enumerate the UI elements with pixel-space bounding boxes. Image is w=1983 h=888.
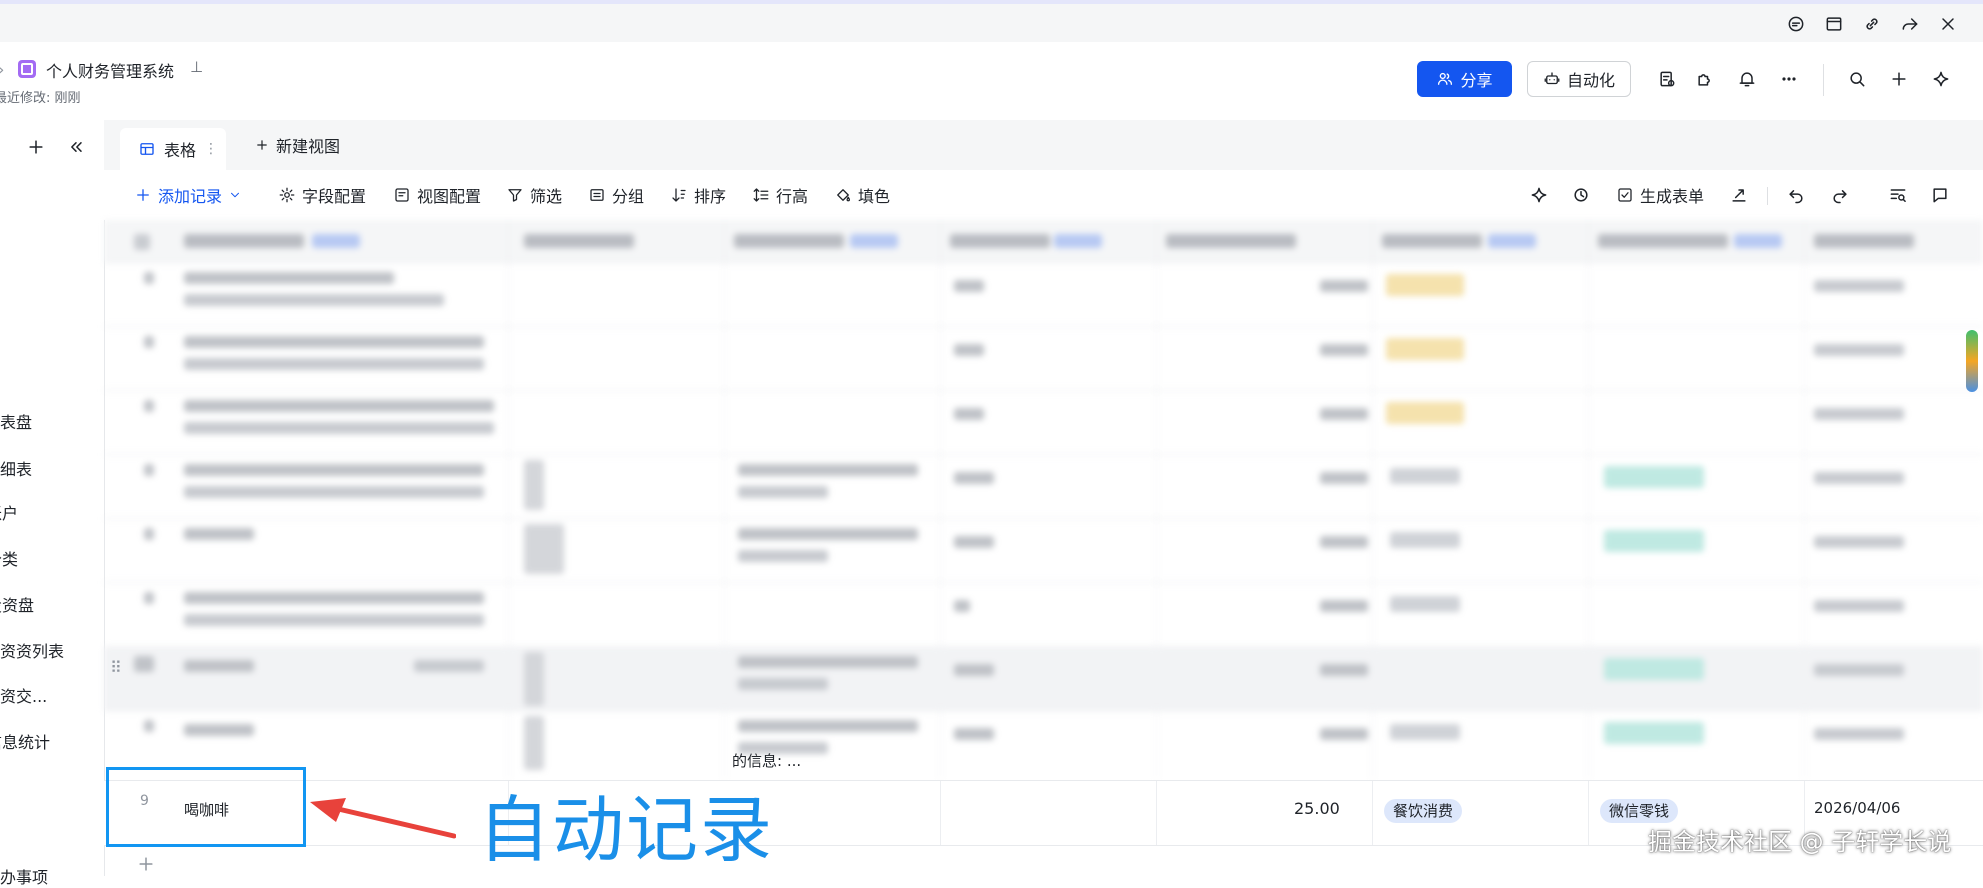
users-icon <box>1438 72 1453 85</box>
comment-icon[interactable] <box>1926 181 1954 209</box>
add-record-button[interactable]: 添加记录 <box>134 183 242 207</box>
tab-table[interactable]: 表格 ⋮ <box>120 128 226 170</box>
field-config-button[interactable]: 字段配置 <box>278 183 366 207</box>
field-config-label: 字段配置 <box>302 187 367 206</box>
share-label: 分享 <box>1460 71 1493 90</box>
row-height-button[interactable]: 行高 <box>752 183 808 207</box>
sidebar-item-6[interactable]: 投资交... <box>0 683 47 707</box>
ai-sparkle-icon[interactable] <box>1525 181 1553 209</box>
automation-button[interactable]: 自动化 <box>1527 61 1631 97</box>
generate-form-button[interactable]: 生成表单 <box>1616 183 1704 207</box>
last-modified: 最近修改: 刚刚 <box>0 91 81 106</box>
plus-icon <box>257 140 267 150</box>
paint-bucket-icon <box>837 189 851 202</box>
chevron-right-icon[interactable]: › <box>0 60 4 79</box>
window-icon[interactable] <box>1820 10 1848 38</box>
history-icon[interactable] <box>1567 181 1595 209</box>
group-icon <box>590 189 604 201</box>
app-header: › 个人财务管理系统 ⊥ 最近修改: 刚刚 分享 自动化 <box>0 42 1983 121</box>
chevron-down-icon[interactable] <box>228 188 242 202</box>
filter-label: 筛选 <box>530 187 563 206</box>
more-icon[interactable] <box>1775 65 1803 93</box>
filter-button[interactable]: 筛选 <box>506 183 562 207</box>
bell-icon[interactable] <box>1733 65 1761 93</box>
annotation-arrow-icon <box>310 798 456 839</box>
doc-icon[interactable] <box>1653 65 1681 93</box>
view-config-label: 视图配置 <box>417 187 482 206</box>
add-record-label: 添加记录 <box>158 187 223 206</box>
add-row-icon[interactable] <box>132 850 160 878</box>
app-title: 个人财务管理系统 <box>46 62 175 81</box>
group-button[interactable]: 分组 <box>588 183 644 207</box>
gear-icon <box>279 187 295 203</box>
generate-form-label: 生成表单 <box>1640 187 1705 206</box>
find-replace-icon[interactable] <box>1884 181 1912 209</box>
forward-icon[interactable] <box>1896 10 1924 38</box>
pin-icon[interactable]: ⊥ <box>190 58 203 76</box>
form-icon <box>1618 188 1632 202</box>
row-height-label: 行高 <box>776 187 809 206</box>
tab-menu-icon[interactable]: ⋮ <box>204 141 218 157</box>
toolbar-divider <box>1767 187 1768 205</box>
filter-icon <box>508 189 522 202</box>
sidebar: 仪表盘 明细表 账户 分类 投资盘 投资资列表 投资交... 信息统计 待办事项 <box>0 120 105 887</box>
view-tab-bar: 表格 ⋮ 新建视图 <box>104 120 1983 170</box>
share-arrow-icon[interactable] <box>1725 181 1753 209</box>
share-button[interactable]: 分享 <box>1417 61 1512 97</box>
watermark: 掘金技术社区 @ 子轩学长说 <box>1648 828 1952 856</box>
header-divider <box>1823 64 1824 96</box>
amount-cell[interactable]: 25.00 <box>1294 799 1340 818</box>
tab-table-label: 表格 <box>164 141 197 160</box>
robot-icon <box>1544 72 1560 85</box>
account-tag[interactable]: 微信零钱 <box>1600 799 1679 823</box>
sort-icon <box>672 188 686 202</box>
sidebar-add-icon[interactable] <box>22 133 50 161</box>
view-config-button[interactable]: 视图配置 <box>393 183 481 207</box>
data-grid: ⠿ 的信息: ... 9 喝咖啡 25.00 餐饮消费 微信零钱 2026/04… <box>104 220 1983 876</box>
comment-icon[interactable] <box>1782 10 1810 38</box>
drag-handle-icon[interactable]: ⠿ <box>110 658 122 677</box>
group-label: 分组 <box>612 187 645 206</box>
window-top-bar <box>0 0 1983 42</box>
sidebar-item-8[interactable]: 待办事项 <box>0 864 48 888</box>
date-cell[interactable]: 2026/04/06 <box>1814 799 1900 817</box>
sidebar-item-7[interactable]: 信息统计 <box>0 729 50 753</box>
sidebar-item-4[interactable]: 投资盘 <box>0 592 34 616</box>
plus-icon[interactable] <box>1885 65 1913 93</box>
category-tag[interactable]: 餐饮消费 <box>1384 799 1463 823</box>
view-config-icon <box>395 188 409 202</box>
redo-icon[interactable] <box>1826 181 1854 209</box>
collapse-sidebar-icon[interactable] <box>62 133 90 161</box>
row-height-icon <box>753 188 769 202</box>
color-scroll-indicator[interactable] <box>1966 330 1978 392</box>
table-icon <box>140 143 154 155</box>
plugin-icon[interactable] <box>1691 65 1719 93</box>
undo-icon[interactable] <box>1782 181 1810 209</box>
link-icon[interactable] <box>1858 10 1886 38</box>
app-logo-icon <box>18 60 36 78</box>
row8-partial-text: 的信息: ... <box>732 752 802 770</box>
sparkle-icon[interactable] <box>1927 65 1955 93</box>
fill-color-button[interactable]: 填色 <box>834 183 890 207</box>
sidebar-item-3[interactable]: 分类 <box>0 546 18 570</box>
new-view-button[interactable]: 新建视图 <box>254 133 340 157</box>
new-view-label: 新建视图 <box>276 137 341 156</box>
blurred-records <box>104 220 1983 780</box>
close-icon[interactable] <box>1934 10 1962 38</box>
sort-label: 排序 <box>694 187 727 206</box>
annotation-label: 自动记录 <box>478 788 775 872</box>
fill-color-label: 填色 <box>858 187 891 206</box>
automation-label: 自动化 <box>1566 71 1615 90</box>
plus-icon <box>137 189 149 201</box>
search-icon[interactable] <box>1843 65 1871 93</box>
annotation-highlight-box <box>106 767 306 847</box>
sidebar-item-1[interactable]: 明细表 <box>0 456 32 480</box>
sidebar-item-2[interactable]: 账户 <box>0 500 18 524</box>
sidebar-item-0[interactable]: 仪表盘 <box>0 409 32 433</box>
sidebar-item-5[interactable]: 投资资列表 <box>0 638 64 662</box>
sort-button[interactable]: 排序 <box>670 183 726 207</box>
